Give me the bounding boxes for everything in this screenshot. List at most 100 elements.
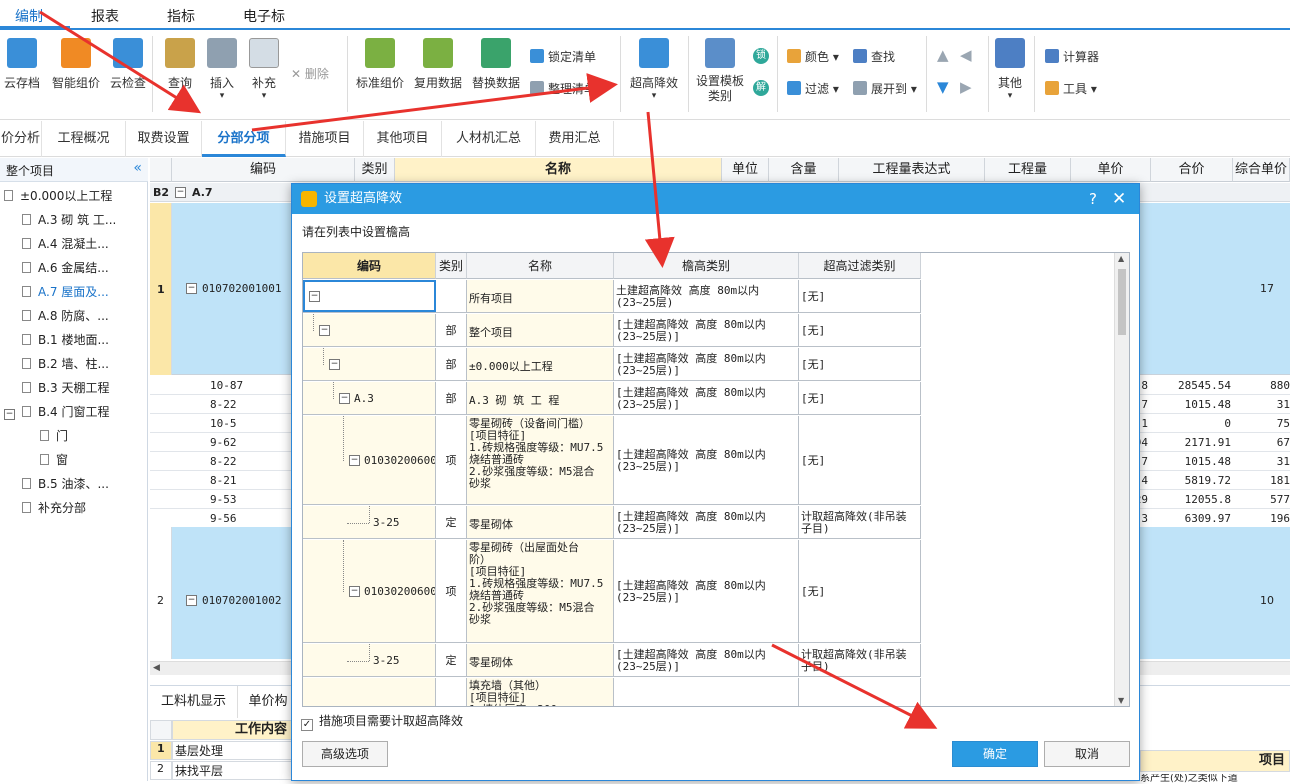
- eave-height-cell[interactable]: 土建超高降效 高度 80m以内 (23~25层): [614, 280, 799, 312]
- type-cell[interactable]: 定: [436, 506, 467, 538]
- delete-button[interactable]: ✕ 删除: [291, 65, 329, 82]
- organize-list-button[interactable]: 整理清单: [530, 80, 596, 97]
- menu-indicators[interactable]: 指标: [167, 6, 195, 26]
- column-header-type[interactable]: 类别: [355, 158, 395, 182]
- name-cell[interactable]: 零星砌砖（出屋面处台 阶） [项目特征] 1.砖规格强度等级：MU7.5 烧结普…: [467, 540, 614, 642]
- collapse-icon[interactable]: −: [175, 187, 186, 198]
- measures-checkbox-row[interactable]: ✓ 措施项目需要计取超高降效: [301, 712, 463, 731]
- column-header-quantity[interactable]: 工程量: [985, 158, 1071, 182]
- cloud-save-button[interactable]: 云存档: [2, 34, 42, 91]
- move-left-icon[interactable]: ◀: [960, 46, 972, 64]
- tree-item[interactable]: A.6 金属结...: [22, 259, 109, 276]
- tab-measures[interactable]: 措施项目: [286, 121, 364, 157]
- vertical-scrollbar[interactable]: ▲ ▼: [1114, 253, 1129, 706]
- collapse-icon[interactable]: −: [186, 283, 197, 294]
- tab-fee-settings[interactable]: 取费设置: [126, 121, 202, 157]
- tree-item[interactable]: B.3 天棚工程: [22, 379, 110, 396]
- collapse-icon[interactable]: −: [349, 454, 360, 466]
- tab-sub-items[interactable]: 分部分项: [202, 121, 286, 157]
- tree-item-selected[interactable]: A.7 屋面及...: [22, 283, 109, 300]
- filter-type-cell[interactable]: 计取超高降效(非吊装 子目): [799, 506, 921, 538]
- table-row[interactable]: − 所有项目 土建超高降效 高度 80m以内 (23~25层) [无]: [303, 280, 921, 313]
- type-cell[interactable]: 部: [436, 382, 467, 414]
- menu-reports[interactable]: 报表: [91, 6, 119, 26]
- name-cell[interactable]: 零星砌体: [467, 644, 614, 676]
- scroll-thumb[interactable]: [1118, 269, 1126, 335]
- set-template-category-button[interactable]: 设置模板 类别: [693, 34, 747, 104]
- type-cell[interactable]: 定: [436, 644, 467, 676]
- column-header-filter-type[interactable]: 超高过滤类别: [799, 253, 921, 279]
- menu-e-bid[interactable]: 电子标: [243, 6, 285, 26]
- table-row[interactable]: −010302006002 项零星砌砖（出屋面处台 阶） [项目特征] 1.砖规格…: [303, 540, 921, 643]
- tab-unit-price-composition[interactable]: 单价构: [238, 686, 298, 718]
- name-cell[interactable]: 整个项目: [467, 314, 614, 346]
- move-up-icon[interactable]: ▲: [937, 46, 949, 64]
- eave-height-cell[interactable]: [土建超高降效 高度 80m以内 (23~25层)]: [614, 506, 799, 538]
- table-row[interactable]: 填充墙（其他） [项目特征] 1.墙体厚度：200: [303, 678, 921, 706]
- code-cell[interactable]: [303, 678, 436, 706]
- tree-item[interactable]: 补充分部: [22, 499, 86, 516]
- name-cell[interactable]: 零星砌体: [467, 506, 614, 538]
- collapse-icon[interactable]: −: [339, 392, 350, 404]
- color-button[interactable]: 颜色 ▾: [787, 48, 839, 65]
- column-header-unit-price[interactable]: 单价: [1071, 158, 1151, 182]
- column-header-total[interactable]: 合价: [1151, 158, 1233, 182]
- close-icon[interactable]: ✕: [1112, 184, 1126, 214]
- scroll-up-icon[interactable]: ▲: [1118, 254, 1124, 263]
- type-cell[interactable]: [436, 678, 467, 706]
- standard-pricing-button[interactable]: 标准组价: [352, 34, 408, 91]
- replace-data-button[interactable]: 替换数据: [468, 34, 524, 91]
- column-header-type[interactable]: 类别: [436, 253, 467, 279]
- filter-type-cell[interactable]: [无]: [799, 314, 921, 346]
- code-cell[interactable]: 3-25: [303, 506, 436, 538]
- eave-height-cell[interactable]: [土建超高降效 高度 80m以内 (23~25层)]: [614, 540, 799, 642]
- tree-item[interactable]: B.2 墙、柱...: [22, 355, 109, 372]
- filter-type-cell[interactable]: [无]: [799, 280, 921, 312]
- tab-other-items[interactable]: 其他项目: [364, 121, 442, 157]
- sync-icon[interactable]: 锁: [753, 48, 769, 64]
- cloud-check-button[interactable]: 云检查: [108, 34, 148, 91]
- collapse-panel-icon[interactable]: «: [133, 160, 142, 176]
- column-header-composite-price[interactable]: 综合单价: [1233, 158, 1290, 182]
- tree-item[interactable]: − B.4 门窗工程: [4, 403, 110, 420]
- eave-height-cell[interactable]: [土建超高降效 高度 80m以内 (23~25层)]: [614, 382, 799, 414]
- filter-type-cell[interactable]: 计取超高降效(非吊装 子目): [799, 644, 921, 676]
- column-header-eave-height[interactable]: 檐高类别: [614, 253, 799, 279]
- column-header-code[interactable]: 编码: [172, 158, 355, 182]
- table-row[interactable]: 3-25 定零星砌体 [土建超高降效 高度 80m以内 (23~25层)] 计取超高降…: [303, 644, 921, 677]
- filter-type-cell[interactable]: [无]: [799, 416, 921, 504]
- tree-item[interactable]: A.4 混凝土...: [22, 235, 109, 252]
- tree-item[interactable]: A.8 防腐、...: [22, 307, 109, 324]
- tree-item[interactable]: B.1 楼地面...: [22, 331, 109, 348]
- name-cell[interactable]: 零星砌砖（设备间门槛） [项目特征] 1.砖规格强度等级：MU7.5 烧结普通砖…: [467, 416, 614, 504]
- code-cell[interactable]: −: [303, 348, 436, 380]
- calculator-button[interactable]: 计算器: [1045, 48, 1099, 65]
- tab-project-overview[interactable]: 工程概况: [42, 121, 126, 157]
- tab-labor-material-summary[interactable]: 人材机汇总: [442, 121, 536, 157]
- super-height-reduction-button[interactable]: 超高降效 ▾: [626, 34, 682, 101]
- name-cell[interactable]: ±0.000以上工程: [467, 348, 614, 380]
- table-row[interactable]: − 部 ±0.000以上工程 [土建超高降效 高度 80m以内 (23~25层)] [无…: [303, 348, 921, 381]
- table-row[interactable]: 3-25 定零星砌体 [土建超高降效 高度 80m以内 (23~25层)] 计取超高降…: [303, 506, 921, 539]
- scroll-down-icon[interactable]: ▼: [1118, 696, 1124, 705]
- tools-button[interactable]: 工具 ▾: [1045, 80, 1097, 97]
- type-cell[interactable]: 部: [436, 348, 467, 380]
- collapse-icon[interactable]: −: [349, 585, 360, 597]
- collapse-icon[interactable]: −: [329, 358, 340, 370]
- lock-list-button[interactable]: 锁定清单: [530, 48, 596, 65]
- column-header-work-content[interactable]: 工作内容: [172, 720, 292, 740]
- tree-item[interactable]: 窗: [40, 451, 68, 468]
- menu-edit[interactable]: 编制: [15, 6, 43, 26]
- eave-height-cell[interactable]: [土建超高降效 高度 80m以内 (23~25层)]: [614, 644, 799, 676]
- measures-checkbox[interactable]: ✓: [301, 719, 313, 731]
- tree-item[interactable]: B.5 油漆、...: [22, 475, 109, 492]
- column-header-quantity-expression[interactable]: 工程量表达式: [839, 158, 985, 182]
- list-item[interactable]: 抹找平层: [172, 761, 292, 780]
- table-row[interactable]: − A.3 部 A.3 砌 筑 工 程 [土建超高降效 高度 80m以内 (23~25层…: [303, 382, 921, 415]
- eave-height-cell[interactable]: [土建超高降效 高度 80m以内 (23~25层)]: [614, 314, 799, 346]
- supplement-button[interactable]: 补充 ▾: [244, 34, 284, 101]
- eave-height-cell[interactable]: [614, 678, 799, 706]
- eave-height-cell[interactable]: [土建超高降效 高度 80m以内 (23~25层)]: [614, 348, 799, 380]
- other-button[interactable]: 其他 ▾: [993, 34, 1027, 101]
- type-cell[interactable]: 项: [436, 540, 467, 642]
